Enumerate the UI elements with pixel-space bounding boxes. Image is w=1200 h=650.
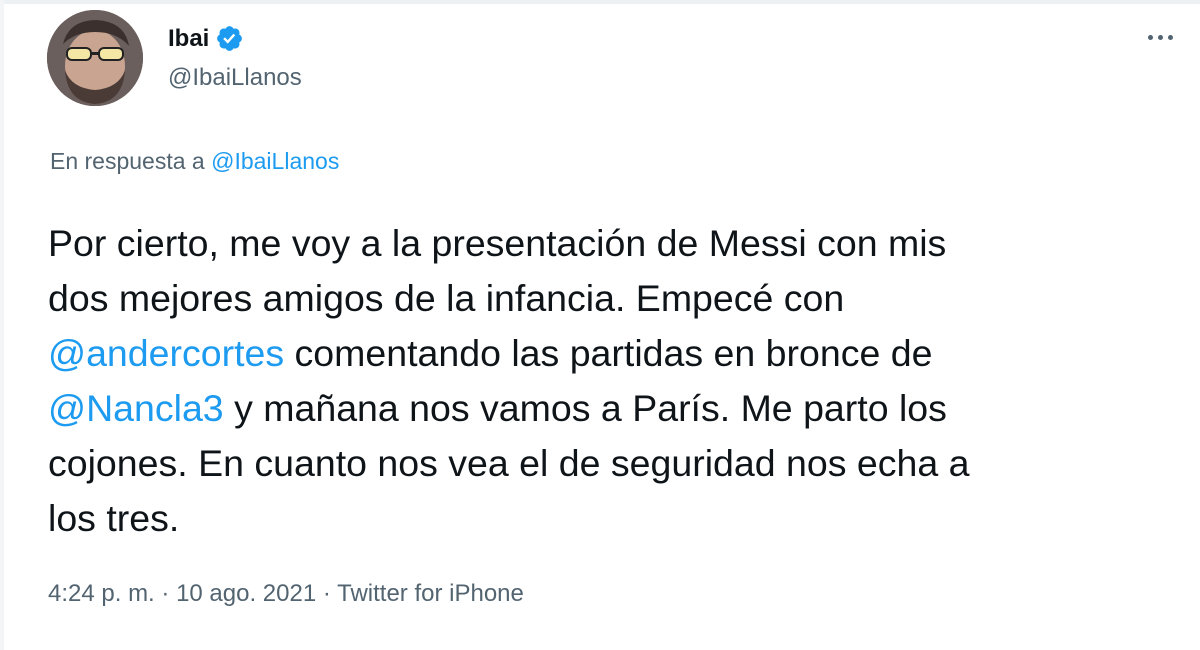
tweet-card: Ibai @IbaiLlanos En respuesta a @IbaiLla… <box>0 0 1200 650</box>
tweet-text-line: @andercortes comentando las partidas en … <box>48 326 1158 381</box>
frame-top-border <box>0 0 1200 4</box>
tweet-text-segment: cojones. En cuanto nos vea el de segurid… <box>48 442 970 484</box>
more-options-icon-dot <box>1157 34 1163 40</box>
reply-context-prefix: En respuesta a <box>50 148 212 174</box>
tweet-text-line: @Nancla3 y mañana nos vamos a París. Me … <box>48 381 1158 436</box>
tweet-text-segment: y mañana nos vamos a París. Me parto los <box>223 387 947 429</box>
tweet-text-line: dos mejores amigos de la infancia. Empec… <box>48 271 1158 326</box>
tweet-text-segment: los tres. <box>48 497 180 539</box>
tweet-text-segment: Por cierto, me voy a la presentación de … <box>48 222 947 264</box>
tweet-text-line: los tres. <box>48 491 1158 546</box>
more-options-icon <box>1147 34 1153 40</box>
tweet-text-segment: dos mejores amigos de la infancia. Empec… <box>48 277 845 319</box>
author-name-row[interactable]: Ibai <box>168 24 244 53</box>
tweet-text-line: Por cierto, me voy a la presentación de … <box>48 216 1158 271</box>
tweet-date[interactable]: 10 ago. 2021 <box>176 580 316 607</box>
avatar[interactable] <box>47 10 143 106</box>
tweet-text-line: cojones. En cuanto nos vea el de segurid… <box>48 436 1158 491</box>
tweet-text-segment: comentando las partidas en bronce de <box>284 332 933 374</box>
author-name[interactable]: Ibai <box>168 25 209 53</box>
reply-context: En respuesta a @IbaiLlanos <box>50 148 339 175</box>
frame-left-border <box>0 0 4 650</box>
tweet-metadata: 4:24 p. m. · 10 ago. 2021 · Twitter for … <box>48 580 524 608</box>
tweet-source[interactable]: Twitter for iPhone <box>337 580 524 607</box>
author-handle[interactable]: @IbaiLlanos <box>168 64 302 92</box>
more-options-button[interactable] <box>1138 22 1182 52</box>
mention-link[interactable]: @andercortes <box>48 332 284 374</box>
more-options-icon-dot <box>1167 34 1173 40</box>
avatar-photo <box>47 10 143 106</box>
verified-badge-icon <box>215 24 244 53</box>
mention-link[interactable]: @Nancla3 <box>48 387 224 429</box>
separator-dot: · <box>316 580 338 607</box>
tweet-text: Por cierto, me voy a la presentación de … <box>48 216 1158 546</box>
separator-dot: · <box>154 580 177 607</box>
reply-to-handle-link[interactable]: @IbaiLlanos <box>211 148 339 174</box>
tweet-time[interactable]: 4:24 p. m. <box>48 580 155 607</box>
